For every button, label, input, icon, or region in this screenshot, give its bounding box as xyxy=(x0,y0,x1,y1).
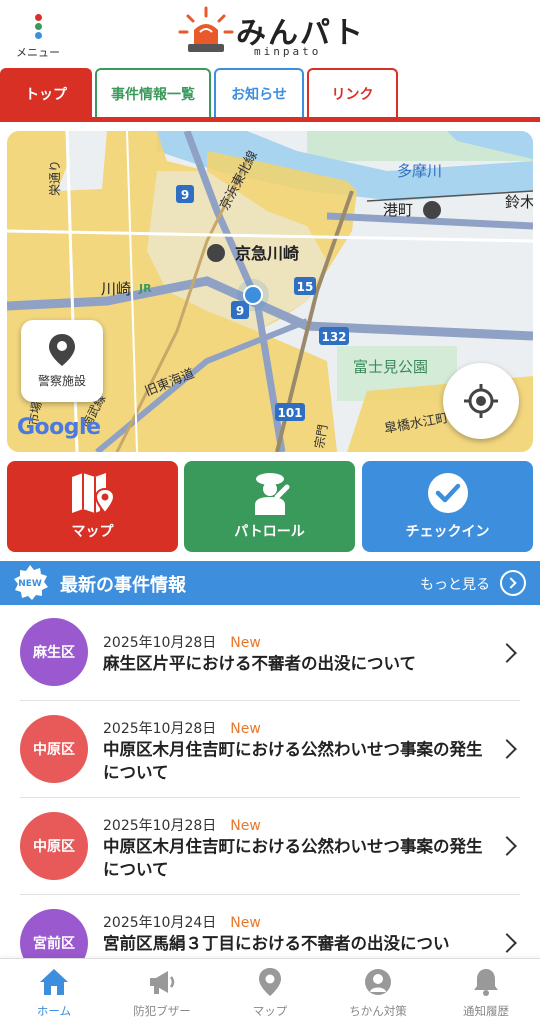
location-pin-icon xyxy=(49,334,75,366)
chevron-right-circle-icon[interactable] xyxy=(500,570,526,596)
road-shield-101: 101 xyxy=(277,406,302,420)
map-button-label: マップ xyxy=(71,524,114,540)
tab-notices[interactable]: お知らせ xyxy=(214,68,304,118)
news-date: 2025年10月28日 xyxy=(103,818,217,834)
patrol-button-label: パトロール xyxy=(234,524,305,540)
new-badge-icon: NEW xyxy=(14,565,48,600)
area-badge: 宮前区 xyxy=(20,909,88,958)
google-logo: Google xyxy=(17,415,101,440)
tab-incident-list[interactable]: 事件情報一覧 xyxy=(95,68,211,118)
nav-molester-guard[interactable]: ちかん対策 xyxy=(324,959,432,1025)
nav-home-label: ホーム xyxy=(36,1004,72,1018)
news-date-row: 2025年10月24日 New xyxy=(103,912,261,932)
siren-icon xyxy=(178,6,234,52)
nav-crime-buzzer[interactable]: 防犯ブザー xyxy=(108,959,216,1025)
current-location-dot xyxy=(243,285,263,305)
map-label-fujimi-park: 富士見公園 xyxy=(353,358,428,376)
nav-molester-guard-label: ちかん対策 xyxy=(349,1004,407,1018)
locate-me-button[interactable] xyxy=(443,363,519,439)
news-new-tag: New xyxy=(230,635,261,651)
menu-button[interactable]: メニュー xyxy=(10,10,66,62)
road-shield-132: 132 xyxy=(321,330,346,344)
tab-underline xyxy=(0,117,540,122)
chevron-right-icon xyxy=(497,739,517,759)
patrol-button[interactable]: パトロール xyxy=(184,461,355,552)
chevron-right-icon xyxy=(497,933,517,953)
tab-links[interactable]: リンク xyxy=(307,68,398,118)
map-view[interactable]: 9 9 15 132 101 多摩川 港町 鈴木 京急川崎 川崎 JR 富士見公… xyxy=(7,131,533,452)
news-title: 麻生区片平における不審者の出没について xyxy=(103,654,417,673)
police-facility-button[interactable]: 警察施設 xyxy=(21,320,103,402)
map-label-tamagawa: 多摩川 xyxy=(397,162,442,180)
home-icon xyxy=(40,969,68,995)
news-new-tag: New xyxy=(230,915,261,931)
menu-icon xyxy=(34,14,42,39)
news-item[interactable]: 麻生区 2025年10月28日 New 麻生区片平における不審者の出没について xyxy=(0,605,540,701)
news-item[interactable]: 宮前区 2025年10月24日 New 宮前区馬絹３丁目における不審者の出没につい xyxy=(0,895,540,958)
bottom-nav: ホーム 防犯ブザー マップ ちかん対策 通知履歴 xyxy=(0,958,540,1024)
news-date: 2025年10月28日 xyxy=(103,721,217,737)
bell-icon xyxy=(474,969,498,996)
map-label-suzuki: 鈴木 xyxy=(505,193,533,211)
patrol-officer-icon xyxy=(255,473,290,515)
area-badge: 麻生区 xyxy=(20,618,88,686)
news-title: 中原区木月住吉町における公然わいせつ事案の発生について xyxy=(103,837,483,879)
area-badge: 中原区 xyxy=(20,715,88,783)
road-shield-15: 15 xyxy=(297,280,314,294)
map-label-kawasaki: 川崎 xyxy=(101,280,131,298)
latest-incidents-header: NEW 最新の事件情報 もっと見る xyxy=(0,561,540,605)
area-badge: 中原区 xyxy=(20,812,88,880)
logo-subtitle: minpato xyxy=(254,45,322,58)
road-shield-9a: 9 xyxy=(181,188,189,202)
news-date-row: 2025年10月28日 New xyxy=(103,815,261,835)
see-more-link[interactable]: もっと見る xyxy=(420,574,490,594)
nav-notification-history-label: 通知履歴 xyxy=(463,1004,509,1018)
nav-map-label: マップ xyxy=(252,1004,288,1018)
news-title: 宮前区馬絹３丁目における不審者の出没につい xyxy=(103,934,450,953)
check-circle-icon xyxy=(428,473,468,513)
chevron-right-icon xyxy=(497,643,517,663)
checkin-button[interactable]: チェックイン xyxy=(362,461,533,552)
chevron-right-icon xyxy=(497,836,517,856)
tab-top[interactable]: トップ xyxy=(0,68,92,118)
app-header: メニュー みんパト minpato xyxy=(0,0,540,66)
news-title: 中原区木月住吉町における公然わいせつ事案の発生について xyxy=(103,740,483,782)
news-new-tag: New xyxy=(230,818,261,834)
map-label-jr: JR xyxy=(138,282,152,295)
molester-guard-icon xyxy=(365,969,391,995)
menu-label: メニュー xyxy=(16,46,60,59)
map-pin-icon xyxy=(72,473,116,515)
map-label-minatocho: 港町 xyxy=(383,201,413,219)
crosshair-icon xyxy=(464,384,498,418)
map-button[interactable]: マップ xyxy=(7,461,178,552)
map-label-keikyu-kawasaki: 京急川崎 xyxy=(235,244,299,263)
map-marker-icon xyxy=(259,968,281,996)
nav-notification-history[interactable]: 通知履歴 xyxy=(432,959,540,1025)
news-date-row: 2025年10月28日 New xyxy=(103,718,261,738)
nav-map[interactable]: マップ xyxy=(216,959,324,1025)
latest-incidents-title: 最新の事件情報 xyxy=(60,575,186,596)
news-date: 2025年10月28日 xyxy=(103,635,217,651)
megaphone-icon xyxy=(150,971,175,994)
police-facility-label: 警察施設 xyxy=(37,374,86,388)
nav-crime-buzzer-label: 防犯ブザー xyxy=(133,1004,191,1018)
news-new-tag: New xyxy=(230,721,261,737)
nav-home[interactable]: ホーム xyxy=(0,959,108,1025)
top-tabs: トップ 事件情報一覧 お知らせ リンク xyxy=(0,68,540,122)
checkin-button-label: チェックイン xyxy=(405,524,490,540)
news-item[interactable]: 中原区 2025年10月28日 New 中原区木月住吉町における公然わいせつ事案の… xyxy=(0,798,540,895)
news-date: 2025年10月24日 xyxy=(103,915,217,931)
news-item[interactable]: 中原区 2025年10月28日 New 中原区木月住吉町における公然わいせつ事案の… xyxy=(0,701,540,798)
news-date-row: 2025年10月28日 New xyxy=(103,632,261,652)
map-label-sakae-dori: 栄通り xyxy=(48,160,62,196)
new-badge-text: NEW xyxy=(18,579,42,589)
app-logo: みんパト minpato xyxy=(178,6,378,58)
